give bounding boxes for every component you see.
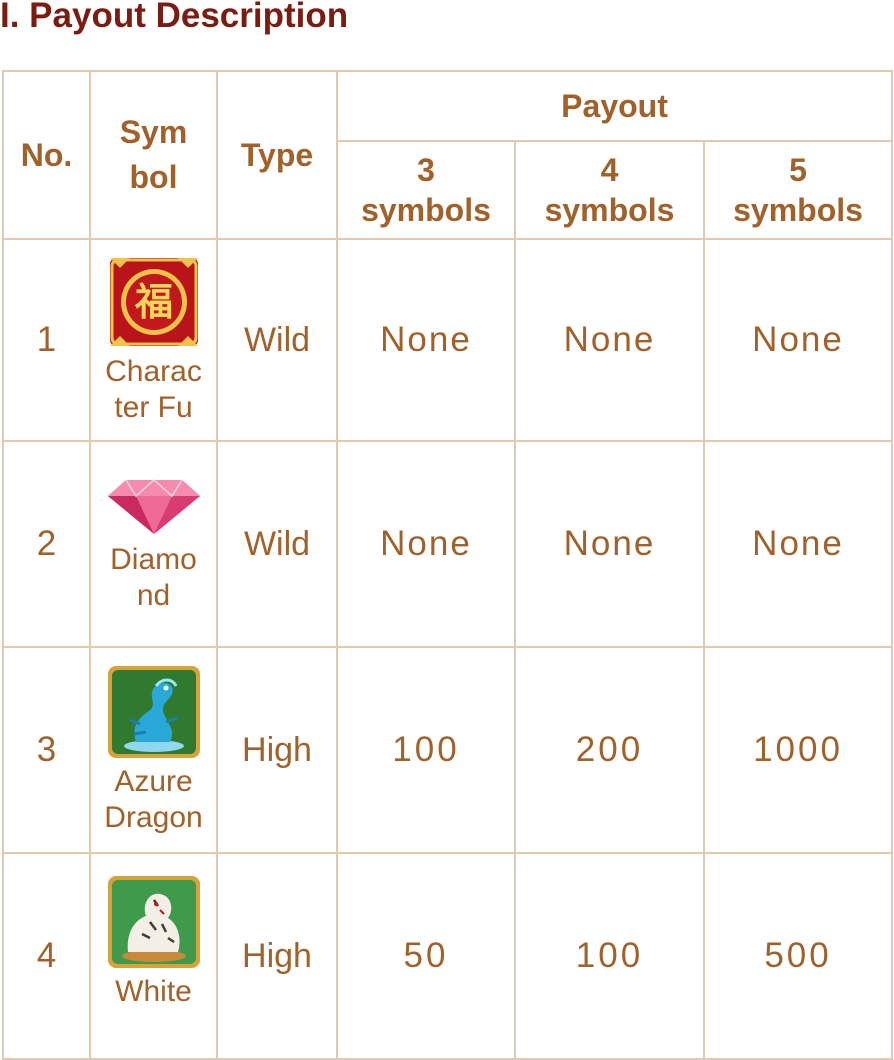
header-5-label: symbols (733, 192, 863, 228)
header-symbol: Sym bol (89, 70, 218, 240)
payout-3: None (336, 440, 516, 648)
payout-4: None (514, 238, 705, 442)
symbol-name: Azure Dragon (92, 764, 215, 836)
payout-5: None (702, 440, 894, 648)
header-3-num: 3 (417, 152, 435, 188)
header-symbol-line2: bol (129, 159, 178, 195)
header-type: Type (216, 70, 338, 240)
symbol-cell: White (89, 852, 218, 1060)
header-3-symbols: 3 symbols (336, 140, 516, 240)
type-cell: Wild (216, 440, 338, 648)
diamond-icon (107, 478, 200, 534)
row-no: 2 (2, 440, 91, 648)
page-title: I. Payout Description (0, 0, 349, 35)
header-5-num: 5 (789, 152, 807, 188)
table-row: 1 福 Charac ter Fu Wild None None None (2, 238, 894, 442)
type-cell: High (216, 852, 338, 1060)
symbol-name-line2: nd (136, 579, 171, 612)
symbol-name: Charac ter Fu (92, 354, 215, 426)
payout-4: 100 (514, 852, 705, 1060)
symbol-name-line2: ter Fu (114, 391, 193, 424)
header-4-label: symbols (544, 192, 675, 228)
svg-text:福: 福 (133, 280, 172, 324)
symbol-name-line1: Diamo (110, 543, 197, 576)
payout-3: None (336, 238, 516, 442)
symbol-cell: Azure Dragon (89, 646, 218, 854)
type-cell: Wild (216, 238, 338, 442)
table-row: 3 Azure Dragon High 100 200 1000 (2, 646, 894, 854)
header-row-top: No. Sym bol Type Payout (2, 70, 894, 240)
symbol-name: Diamo nd (92, 542, 215, 614)
header-4-symbols: 4 symbols (514, 140, 705, 240)
payout-4: 200 (514, 646, 705, 854)
header-5-symbols: 5 symbols (702, 140, 894, 240)
row-no: 1 (2, 238, 91, 442)
payout-5: 500 (702, 852, 894, 1060)
payout-table: No. Sym bol Type Payout 3 symbols 4 symb… (2, 70, 894, 1060)
white-tiger-icon (107, 876, 200, 968)
header-symbol-line1: Sym (119, 114, 188, 150)
symbol-name-line2: Dragon (104, 801, 203, 834)
table-row: 4 White High 50 100 500 (2, 852, 894, 1060)
payout-3: 100 (336, 646, 516, 854)
payout-3: 50 (336, 852, 516, 1060)
payout-5: 1000 (702, 646, 894, 854)
row-no: 3 (2, 646, 91, 854)
header-4-num: 4 (600, 152, 619, 188)
type-cell: High (216, 646, 338, 854)
payout-5: None (702, 238, 894, 442)
azure-dragon-icon (107, 666, 200, 758)
header-payout: Payout (335, 70, 894, 142)
symbol-name-line1: White (115, 975, 192, 1008)
row-no: 4 (2, 852, 91, 1060)
character-fu-icon: 福 (109, 258, 198, 346)
symbol-name-line1: Charac (105, 355, 202, 388)
table-row: 2 Diamo nd Wild None None None (2, 440, 894, 648)
header-no: No. (2, 70, 91, 240)
symbol-name: White (92, 974, 215, 1010)
header-3-label: symbols (361, 192, 491, 228)
symbol-cell: 福 Charac ter Fu (89, 238, 218, 442)
symbol-name-line1: Azure (114, 765, 193, 798)
payout-4: None (514, 440, 705, 648)
symbol-cell: Diamo nd (89, 440, 218, 648)
